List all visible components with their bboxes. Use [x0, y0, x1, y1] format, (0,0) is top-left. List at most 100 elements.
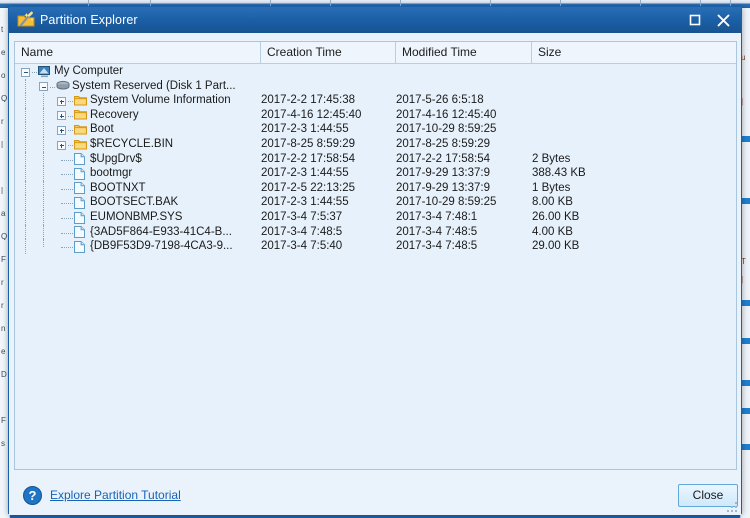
tree-connector-line [25, 107, 27, 123]
tree-connector-dash [68, 130, 73, 132]
tree-row-creation-time-cell [261, 79, 396, 94]
collapse-icon[interactable] [21, 67, 30, 77]
tree-row[interactable]: System Volume Information 2017-2-2 17:45:… [15, 93, 736, 108]
expand-icon[interactable] [57, 125, 66, 135]
tree-row[interactable]: BOOTNXT 2017-2-5 22:13:25 2017-9-29 13:37:… [15, 180, 736, 196]
tree-row-name-cell: {3AD5F864-E933-41C4-B... [15, 224, 261, 240]
tree-connector-dash [61, 159, 73, 162]
tree-row-creation-time-cell: 2017-2-2 17:45:38 [261, 94, 355, 107]
resize-grip-dot [731, 506, 733, 508]
folder-icon [74, 139, 87, 151]
tree-row[interactable]: $UpgDrv$ 2017-2-2 17:58:54 2017-2-2 17:58:… [15, 151, 736, 167]
tree-item-label: System Volume Information [90, 94, 231, 107]
partition-wizard-icon [17, 11, 35, 29]
explore-partition-tutorial-link[interactable]: Explore Partition Tutorial [50, 487, 181, 503]
dialog-footer: ? Explore Partition Tutorial Close [9, 479, 741, 515]
tree-connector-line [43, 151, 45, 167]
tree-item-label: EUMONBMP.SYS [90, 211, 183, 223]
file-icon [74, 182, 87, 195]
tree-connector-dash [61, 203, 73, 205]
tree-row-name-cell: Recovery [15, 107, 261, 123]
resize-grip-dot [735, 502, 737, 504]
tree-row[interactable]: {3AD5F864-E933-41C4-B... 2017-3-4 7:48:5 2… [15, 224, 736, 240]
tree-row-size-cell [532, 64, 736, 79]
close-window-button[interactable] [713, 10, 733, 30]
file-icon [74, 211, 87, 224]
tree-connector-line [25, 180, 27, 196]
tree-row-modified-time-cell [396, 79, 532, 94]
tree-row[interactable]: BOOTSECT.BAK 2017-2-3 1:44:55 2017-10-29 8… [15, 195, 736, 210]
tree-row-size-cell: 4.00 KB [532, 225, 573, 238]
tree-row-modified-time-cell: 2017-5-26 6:5:18 [396, 94, 484, 107]
tree-row-creation-time-cell: 2017-2-3 1:44:55 [261, 196, 349, 209]
tree-row-modified-time-cell: 2017-3-4 7:48:1 [396, 211, 478, 223]
tree-row[interactable]: Recovery 2017-4-16 12:45:40 2017-4-16 12:4… [15, 107, 736, 123]
drive-icon [56, 80, 70, 92]
tree-row-name-cell: bootmgr [15, 166, 261, 181]
tree-row-creation-time-cell: 2017-2-3 1:44:55 [261, 123, 349, 136]
tree-row-creation-time-cell: 2017-4-16 12:45:40 [261, 108, 362, 121]
tree-connector-line [43, 107, 45, 123]
column-header-size[interactable]: Size [532, 42, 736, 63]
help-question-icon[interactable]: ? [23, 486, 42, 505]
column-header-creation-time[interactable]: Creation Time [261, 42, 396, 63]
tree-row-modified-time-cell: 2017-9-29 13:37:9 [396, 167, 490, 180]
tree-connector-line [43, 210, 45, 225]
tree-row-size-cell: 29.00 KB [532, 240, 580, 253]
tree-connector-line [43, 137, 45, 152]
tree-row[interactable]: Boot 2017-2-3 1:44:55 2017-10-29 8:59:25 [15, 122, 736, 137]
tree-row-name-cell: $UpgDrv$ [15, 151, 261, 167]
tree-connector-line [25, 239, 27, 254]
background-highlight-bar [741, 380, 750, 386]
background-text-fragment: T [741, 258, 746, 266]
tree-row-creation-time-cell: 2017-8-25 8:59:29 [261, 138, 355, 150]
tree-row-size-cell: 26.00 KB [532, 211, 580, 223]
tree-connector-dash [61, 218, 73, 220]
tree-item-label: BOOTNXT [90, 181, 146, 194]
tree-connector-dash [61, 188, 73, 191]
collapse-icon[interactable] [39, 82, 48, 92]
tree-row-size-cell: 8.00 KB [532, 196, 573, 209]
tree-row-name-cell: System Volume Information [15, 93, 261, 108]
background-text-fragment: | [741, 98, 744, 106]
column-header-name[interactable]: Name [15, 42, 261, 63]
tree-row-name-cell: BOOTSECT.BAK [15, 195, 261, 210]
partition-explorer-dialog: Partition Explorer Name Creation Time Modi… [8, 6, 742, 515]
tree-item-label: {DB9F53D9-7198-4CA3-9... [90, 240, 233, 253]
background-text-fragment: u [741, 54, 746, 62]
tree-connector-line [25, 151, 27, 167]
folder-icon [74, 95, 87, 107]
tree-row[interactable]: {DB9F53D9-7198-4CA3-9... 2017-3-4 7:5:40 2… [15, 239, 736, 254]
background-highlight-bar [741, 198, 750, 204]
column-header-modified-time[interactable]: Modified Time [396, 42, 532, 63]
tree-row[interactable]: $RECYCLE.BIN 2017-8-25 8:59:29 2017-8-25 8… [15, 137, 736, 152]
tree-connector-line [25, 137, 27, 152]
tree-row-size-cell: 2 Bytes [532, 152, 571, 165]
tree-row[interactable]: My Computer [15, 64, 736, 79]
tree-row[interactable]: bootmgr 2017-2-3 1:44:55 2017-9-29 13:37:9… [15, 166, 736, 181]
dialog-title: Partition Explorer [40, 13, 138, 27]
tree-row-modified-time-cell: 2017-9-29 13:37:9 [396, 181, 490, 194]
tree-connector-line [43, 93, 45, 108]
tree-row-modified-time-cell: 2017-2-2 17:58:54 [396, 152, 490, 165]
svg-text:?: ? [29, 488, 37, 503]
tree-row-name-cell: {DB9F53D9-7198-4CA3-9... [15, 239, 261, 254]
tree-connector-line [25, 195, 27, 210]
tree-connector-line [25, 224, 27, 240]
tree-row-creation-time-cell: 2017-2-5 22:13:25 [261, 181, 355, 194]
tree-row[interactable]: System Reserved (Disk 1 Part... [15, 78, 736, 94]
file-tree-rows: My Computer System Reserved (Disk 1 Part.… [15, 64, 736, 469]
tree-row[interactable]: EUMONBMP.SYS 2017-3-4 7:5:37 2017-3-4 7:48… [15, 210, 736, 225]
resize-grip[interactable] [727, 502, 739, 514]
expand-icon[interactable] [57, 140, 66, 150]
expand-icon[interactable] [57, 96, 66, 106]
expand-icon[interactable] [57, 111, 66, 121]
folder-icon [74, 109, 87, 121]
computer-icon [38, 65, 51, 78]
background-highlight-bar [741, 408, 750, 414]
tree-row-name-cell: EUMONBMP.SYS [15, 210, 261, 225]
tree-item-label: System Reserved (Disk 1 Part... [72, 79, 236, 92]
file-tree-panel: Name Creation Time Modified Time Size My Co… [14, 41, 737, 470]
maximize-button[interactable] [685, 10, 705, 30]
background-highlight-bar [741, 338, 750, 344]
